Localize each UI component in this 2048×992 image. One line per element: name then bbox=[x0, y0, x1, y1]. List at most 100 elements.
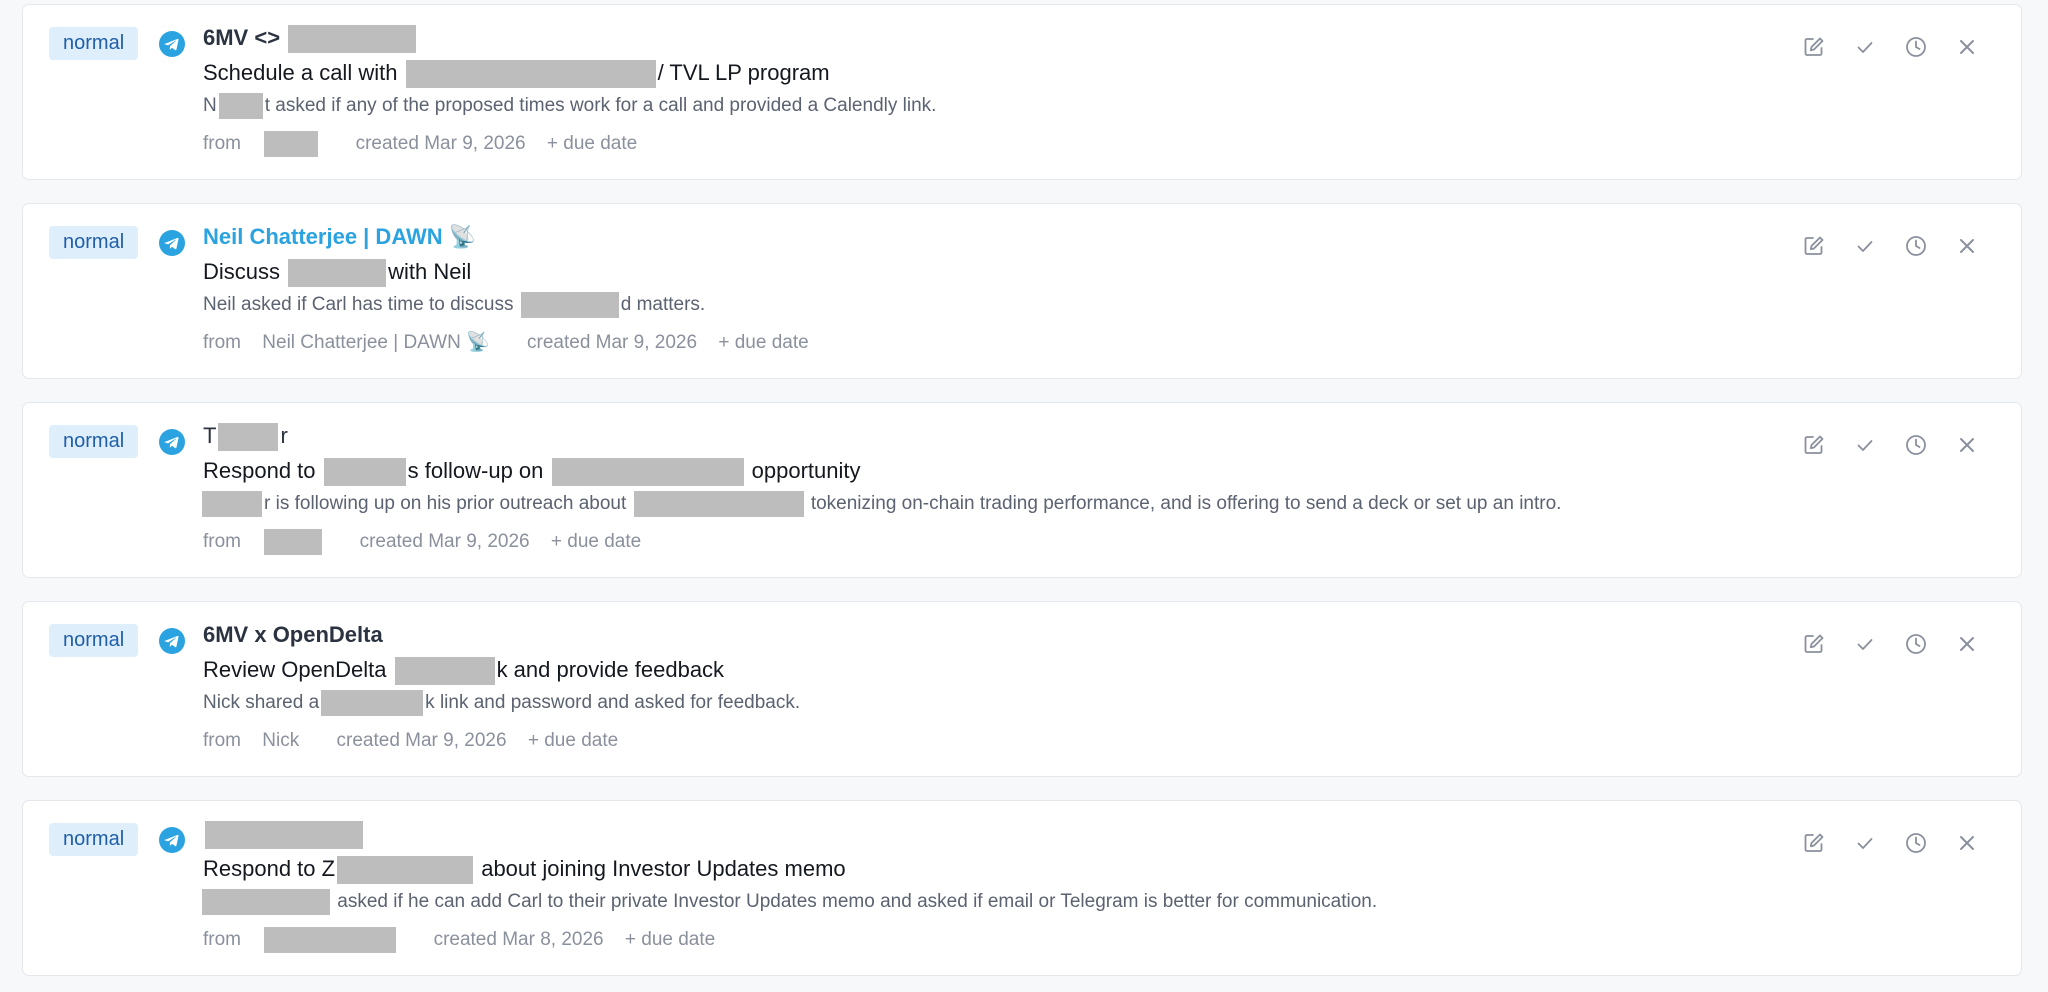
add-due-date-button[interactable]: + due date bbox=[528, 730, 618, 751]
created-date: created Mar 8, 2026 bbox=[433, 929, 604, 951]
from-field: from bbox=[203, 131, 334, 157]
close-icon[interactable] bbox=[1953, 33, 1981, 61]
edit-icon[interactable] bbox=[1800, 33, 1828, 61]
redacted-block bbox=[405, 60, 656, 89]
sender-text: r bbox=[280, 423, 288, 448]
redacted-block bbox=[218, 93, 263, 119]
edit-icon[interactable] bbox=[1800, 829, 1828, 857]
clock-icon[interactable] bbox=[1902, 431, 1930, 459]
add-due-date-button[interactable]: + due date bbox=[551, 531, 641, 552]
from-label: from bbox=[203, 133, 241, 155]
task-title: Discuss with Neil bbox=[203, 257, 1763, 288]
close-icon[interactable] bbox=[1953, 630, 1981, 658]
check-icon[interactable] bbox=[1851, 232, 1879, 260]
created-date: created Mar 9, 2026 bbox=[336, 730, 507, 751]
task-meta: from Nick created Mar 9, 2026 + due date bbox=[203, 728, 1763, 754]
summary-text: N bbox=[203, 95, 217, 117]
summary-text: asked if he can add Carl to their privat… bbox=[337, 891, 1378, 913]
from-label: from bbox=[203, 929, 241, 951]
title-text: opportunity bbox=[751, 458, 861, 483]
task-title: Respond to Z about joining Investor Upda… bbox=[203, 854, 1763, 885]
telegram-icon bbox=[159, 429, 185, 455]
telegram-icon bbox=[159, 230, 185, 256]
edit-icon[interactable] bbox=[1800, 232, 1828, 260]
sender-text: 6MV <> bbox=[203, 25, 281, 50]
task-content: 6MV <> Schedule a call with / TVL LP pro… bbox=[203, 23, 1763, 157]
add-due-date-button[interactable]: + due date bbox=[625, 929, 715, 950]
edit-icon[interactable] bbox=[1800, 630, 1828, 658]
task-sender[interactable]: Neil Chatterjee | DAWN 📡 bbox=[203, 222, 1763, 252]
from-field: from Nick bbox=[203, 730, 315, 751]
task-summary: asked if he can add Carl to their privat… bbox=[200, 889, 1763, 915]
priority-badge: normal bbox=[49, 27, 139, 60]
redacted-block bbox=[264, 927, 397, 953]
title-text: about joining Investor Updates memo bbox=[481, 856, 846, 881]
priority-badge: normal bbox=[49, 624, 139, 657]
task-card[interactable]: normal Neil Chatterjee | DAWN 📡 Discuss … bbox=[22, 203, 2022, 379]
task-content: Tr Respond to s follow-up on opportunity… bbox=[202, 421, 1763, 555]
task-actions bbox=[1800, 630, 1981, 658]
task-card[interactable]: normal Tr Respond to s follow-up on oppo… bbox=[22, 402, 2022, 578]
priority-badge: normal bbox=[49, 226, 139, 259]
priority-badge: normal bbox=[49, 823, 139, 856]
close-icon[interactable] bbox=[1953, 829, 1981, 857]
task-title: Respond to s follow-up on opportunity bbox=[203, 456, 1763, 487]
summary-text: d matters. bbox=[620, 294, 706, 316]
redacted-block bbox=[321, 690, 424, 716]
summary-text: Neil asked if Carl has time to discuss bbox=[203, 294, 514, 316]
title-text: s follow-up on bbox=[407, 458, 544, 483]
task-meta: from created Mar 9, 2026 + due date bbox=[203, 529, 1763, 555]
task-actions bbox=[1800, 232, 1981, 260]
from-field: from Neil Chatterjee | DAWN 📡 bbox=[203, 332, 506, 353]
redacted-block bbox=[202, 491, 262, 517]
task-title: Review OpenDelta k and provide feedback bbox=[203, 655, 1763, 686]
task-card[interactable]: normal Respond to Z about joining Invest… bbox=[22, 800, 2022, 976]
from-label: from bbox=[203, 730, 241, 751]
check-icon[interactable] bbox=[1851, 630, 1879, 658]
summary-text: tokenizing on-chain trading performance,… bbox=[810, 493, 1562, 515]
title-text: Respond to bbox=[203, 458, 316, 483]
close-icon[interactable] bbox=[1953, 232, 1981, 260]
task-content: Neil Chatterjee | DAWN 📡 Discuss with Ne… bbox=[203, 222, 1763, 356]
title-text: k and provide feedback bbox=[496, 657, 725, 682]
check-icon[interactable] bbox=[1851, 829, 1879, 857]
edit-icon[interactable] bbox=[1800, 431, 1828, 459]
telegram-icon bbox=[159, 31, 185, 57]
task-sender: 6MV x OpenDelta bbox=[203, 622, 383, 647]
clock-icon[interactable] bbox=[1902, 232, 1930, 260]
redacted-block bbox=[551, 458, 744, 487]
clock-icon[interactable] bbox=[1902, 33, 1930, 61]
redacted-block bbox=[288, 259, 387, 288]
check-icon[interactable] bbox=[1851, 33, 1879, 61]
task-summary: Nt asked if any of the proposed times wo… bbox=[203, 93, 1763, 119]
from-label: from bbox=[203, 531, 241, 553]
task-actions bbox=[1800, 33, 1981, 61]
close-icon[interactable] bbox=[1953, 431, 1981, 459]
task-meta: from created Mar 9, 2026 + due date bbox=[203, 131, 1763, 157]
redacted-block bbox=[264, 131, 319, 157]
redacted-block bbox=[218, 423, 279, 452]
add-due-date-button[interactable]: + due date bbox=[547, 133, 637, 154]
task-sender bbox=[203, 819, 1763, 850]
summary-text: t asked if any of the proposed times wor… bbox=[264, 95, 937, 117]
task-summary: Neil asked if Carl has time to discuss d… bbox=[203, 292, 1763, 318]
redacted-block bbox=[205, 821, 363, 850]
task-actions bbox=[1800, 829, 1981, 857]
check-icon[interactable] bbox=[1851, 431, 1879, 459]
redacted-block bbox=[337, 856, 474, 885]
clock-icon[interactable] bbox=[1902, 829, 1930, 857]
add-due-date-button[interactable]: + due date bbox=[718, 332, 808, 353]
task-content: Respond to Z about joining Investor Upda… bbox=[200, 819, 1763, 953]
task-meta: from created Mar 8, 2026 + due date bbox=[203, 927, 1763, 953]
from-field: from bbox=[203, 927, 412, 953]
redacted-block bbox=[264, 529, 323, 555]
title-text: Respond to Z bbox=[203, 856, 336, 881]
task-card[interactable]: normal 6MV x OpenDelta Review OpenDelta … bbox=[22, 601, 2022, 777]
title-text: Discuss bbox=[203, 259, 281, 284]
task-content: 6MV x OpenDelta Review OpenDelta k and p… bbox=[203, 620, 1763, 754]
clock-icon[interactable] bbox=[1902, 630, 1930, 658]
from-name: Neil Chatterjee | DAWN 📡 bbox=[262, 332, 490, 353]
task-title: Schedule a call with / TVL LP program bbox=[203, 58, 1763, 89]
task-card[interactable]: normal 6MV <> Schedule a call with / TVL… bbox=[22, 4, 2022, 180]
summary-text: k link and password and asked for feedba… bbox=[425, 692, 801, 714]
